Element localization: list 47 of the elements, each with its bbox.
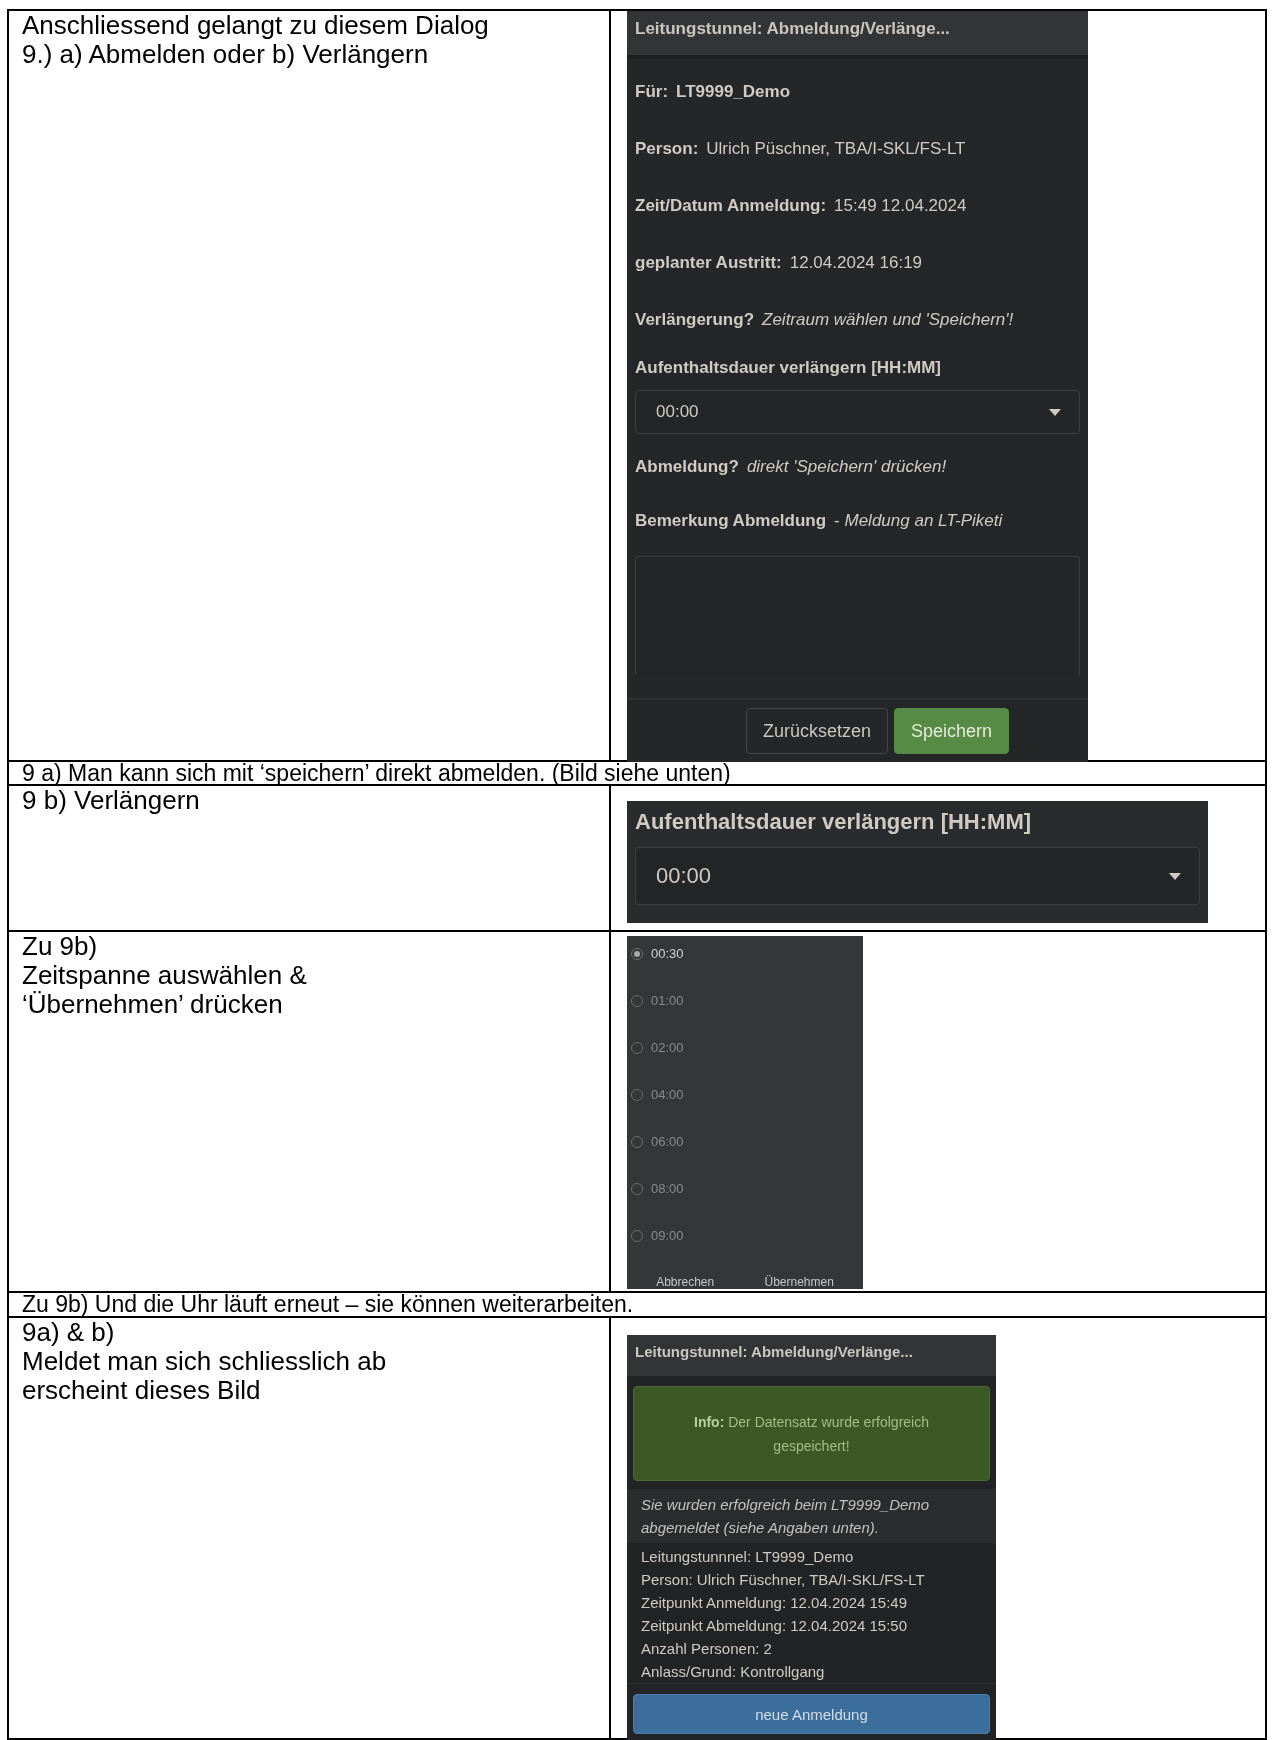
doc-text: Zeitspanne auswählen & [22, 961, 308, 990]
option-label[interactable]: 08:00 [651, 1181, 684, 1196]
info-line: Zeit/Datum Anmeldung: 15:49 12.04.2024 [635, 195, 968, 217]
remark-field[interactable] [635, 556, 1080, 675]
caret-icon [1049, 408, 1061, 416]
doc-text: Meldet man sich schliesslich ab [22, 1347, 388, 1376]
option-label[interactable]: 00:30 [651, 946, 684, 961]
info-line: Verlängerung? Zeitraum wählen und 'Speichern'! [635, 309, 1015, 331]
field-label: Aufenthaltsdauer verlängern [HH:MM] [635, 809, 1033, 835]
detail-line: Anzahl Personen: 2 [641, 1639, 773, 1659]
doc-text: 9.) a) Abmelden oder b) Verlängern [22, 40, 430, 69]
duration-select[interactable]: 00:00 [635, 390, 1080, 434]
info-line: Abmeldung? direkt 'Speichern' drücken! [635, 456, 948, 478]
detail-line: Zeitpunkt Anmeldung: 12.04.2024 15:49 [641, 1593, 909, 1613]
info-line: Person: Ulrich Püschner, TBA/I-SKL/FS-LT [635, 138, 967, 160]
option-label[interactable]: 04:00 [651, 1087, 684, 1102]
detail-line: Anlass/Grund: Kontrollgang [641, 1662, 826, 1682]
field-label: Aufenthaltsdauer verlängern [HH:MM] [635, 358, 943, 378]
doc-text: ‘Übernehmen’ drücken [22, 990, 284, 1019]
new-registration-button[interactable]: neue Anmeldung [633, 1694, 990, 1734]
doc-text: Zu 9b) [22, 932, 99, 961]
option-label[interactable]: 02:00 [651, 1040, 684, 1055]
doc-text: 9 b) Verlängern [22, 786, 201, 815]
info-line: Für: LT9999_Demo [635, 81, 792, 103]
option-label[interactable]: 01:00 [651, 993, 684, 1008]
reset-button[interactable]: Zurücksetzen [745, 708, 888, 754]
doc-text: erscheint dieses Bild [22, 1376, 262, 1405]
info-line: Bemerkung Abmeldung - Meldung an LT-Piketi [635, 510, 1004, 532]
save-button[interactable]: Speichern [894, 708, 1010, 754]
result-message: Sie wurden erfolgreich beim LT9999_Demo abgemeldet (siehe Angaben unten). [627, 1489, 996, 1543]
detail-line: Leitungstunnnel: LT9999_Demo [641, 1547, 855, 1567]
dialog-title: Leitungstunnel: Abmeldung/Verlänge... [627, 1335, 996, 1377]
apply-button[interactable]: Übernehmen [760, 1275, 838, 1289]
doc-text: Anschliessend gelangt zu diesem Dialog [22, 11, 490, 40]
detail-line: Zeitpunkt Abmeldung: 12.04.2024 15:50 [641, 1616, 909, 1636]
doc-text: Zu 9b) Und die Uhr läuft erneut – sie können weiterarbeiten. [22, 1293, 635, 1315]
caret-icon [1169, 872, 1181, 880]
detail-line: Person: Ulrich Füschner, TBA/I-SKL/FS-LT [641, 1570, 926, 1590]
doc-text: 9 a) Man kann sich mit ‘speichern’ direkt abmelden. (Bild siehe unten) [22, 762, 732, 784]
info-line: geplanter Austritt: 12.04.2024 16:19 [635, 252, 924, 274]
option-label[interactable]: 06:00 [651, 1134, 684, 1149]
success-alert: Info: Der Datensatz wurde erfolgreich gespeichert! [633, 1386, 990, 1481]
dialog-title: Leitungstunnel: Abmeldung/Verlänge... [627, 11, 1088, 55]
cancel-button[interactable]: Abbrechen [652, 1275, 719, 1289]
doc-text: 9a) & b) [22, 1318, 116, 1347]
option-label[interactable]: 09:00 [651, 1228, 684, 1243]
duration-select[interactable]: 00:00 [635, 847, 1200, 905]
